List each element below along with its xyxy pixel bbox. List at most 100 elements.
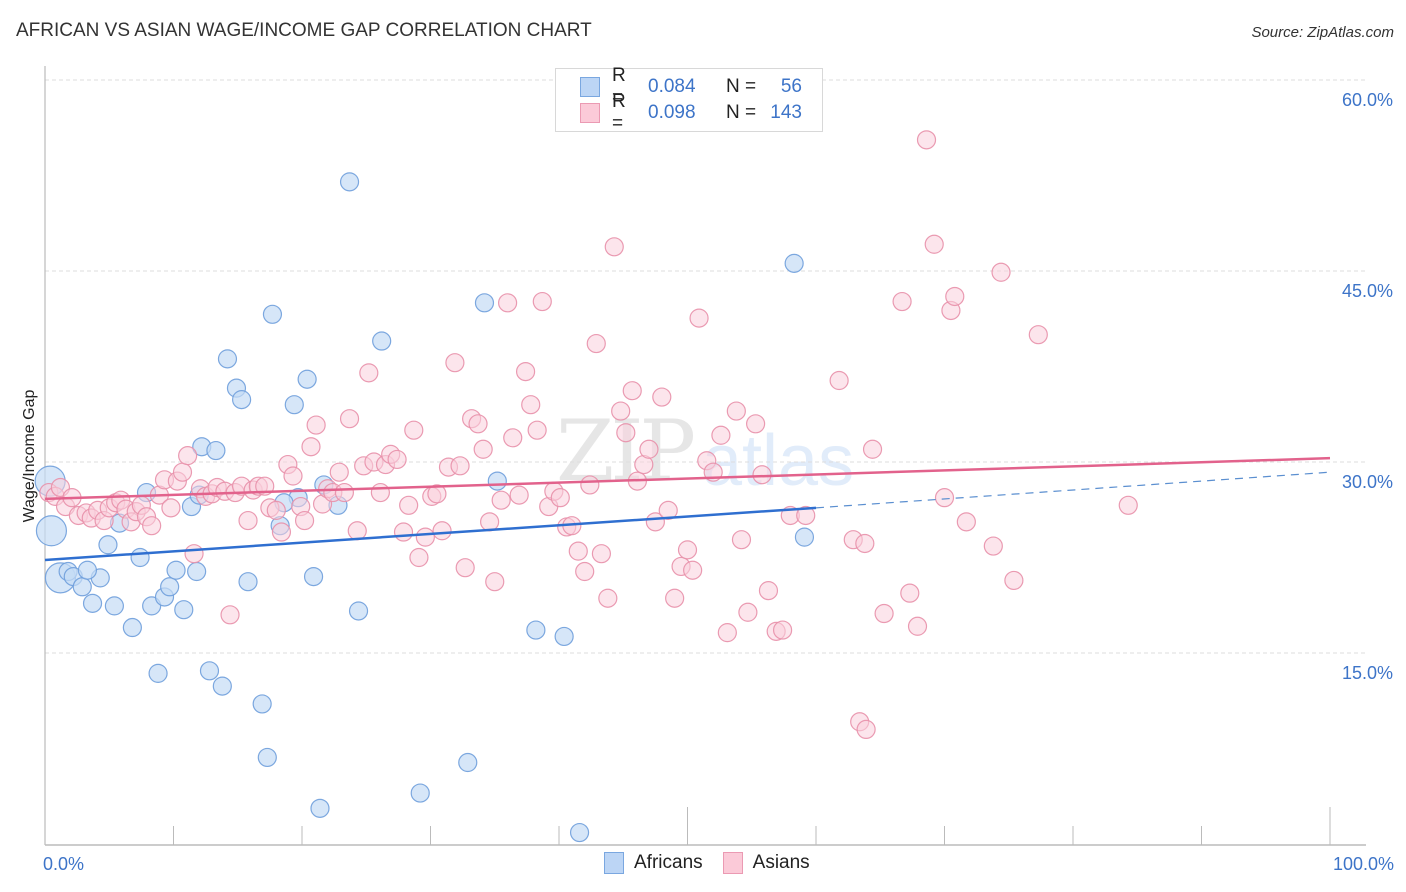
asians-point: [1004, 570, 1024, 591]
africans-point: [148, 663, 168, 683]
asians-point: [683, 560, 703, 580]
asians-point: [509, 485, 529, 505]
asians-point: [752, 465, 772, 485]
asians-point: [772, 620, 793, 640]
asians-point: [393, 522, 414, 542]
africans-point: [569, 822, 590, 843]
africans-point: [35, 515, 68, 547]
legend-label-africans: Africans: [634, 852, 703, 873]
asians-point: [934, 488, 955, 508]
asians-point: [945, 286, 965, 307]
africans-point: [794, 527, 815, 547]
asians-point: [480, 512, 500, 532]
asians-point: [172, 462, 193, 482]
africans-trendline-extension: [815, 471, 1331, 509]
africans-point: [487, 471, 507, 491]
legend-item-africans[interactable]: Africans: [604, 852, 703, 874]
asians-point: [862, 439, 883, 459]
n-label: N =: [726, 76, 757, 97]
asians-point: [580, 475, 600, 495]
asians-point: [616, 423, 636, 443]
africans-point: [217, 349, 238, 369]
africans-point: [72, 577, 92, 597]
asians-point: [445, 353, 465, 373]
legend-label-asians: Asians: [752, 852, 810, 873]
correlation-legend: R = 0.084 N = 56 R = 0.098 N = 143: [555, 65, 823, 134]
asians-point: [598, 588, 618, 608]
asians-point: [532, 291, 552, 312]
x-tick-label: 0.0%: [43, 854, 84, 874]
asians-point: [639, 439, 659, 459]
asians-point: [283, 466, 303, 486]
asians-point: [238, 510, 258, 531]
asians-point: [515, 361, 536, 382]
africans-point: [526, 620, 546, 640]
legend-row-asians: R = 0.098 N = 143: [580, 91, 802, 134]
asians-point: [339, 409, 360, 429]
africans-point: [82, 593, 103, 613]
asians-point: [415, 527, 435, 547]
asians-point: [301, 437, 321, 457]
asians-point: [334, 482, 355, 503]
asians-point: [611, 401, 631, 421]
asians-point: [306, 415, 326, 435]
asians-point: [1118, 495, 1138, 515]
africans-point: [262, 304, 283, 324]
asians-point: [178, 446, 198, 466]
asians-point: [347, 521, 367, 541]
n-value-asians: 143: [770, 102, 802, 123]
r-label: R =: [612, 91, 626, 134]
africans-trendline: [44, 506, 817, 562]
africans-point: [458, 752, 478, 773]
gridlines: [45, 79, 1366, 654]
asians-point: [521, 395, 541, 415]
asians-point: [568, 541, 588, 561]
series-asians: [39, 130, 1138, 740]
asians-point: [473, 439, 493, 459]
asians-point: [387, 449, 407, 470]
y-tick-label: 60.0%: [1342, 90, 1393, 110]
y-tick-label: 45.0%: [1342, 281, 1393, 301]
africans-point: [130, 547, 150, 568]
asians-swatch: [580, 103, 600, 123]
africans-point: [122, 617, 142, 638]
asians-point: [1028, 325, 1048, 345]
asians-point: [503, 428, 523, 448]
africans-point: [297, 369, 317, 389]
asians-point: [665, 588, 685, 608]
asians-swatch: [722, 852, 743, 874]
africans-point: [372, 331, 392, 351]
n-label: N =: [726, 102, 757, 123]
africans-point: [339, 172, 360, 192]
africans-point: [474, 293, 495, 313]
africans-point: [284, 395, 304, 415]
africans-point: [199, 661, 220, 681]
asians-point: [677, 540, 698, 560]
asians-point: [900, 583, 920, 603]
asians-point: [622, 381, 642, 401]
asians-point: [711, 425, 731, 445]
asians-point: [689, 308, 709, 328]
legend-item-asians[interactable]: Asians: [722, 852, 810, 874]
asians-point: [717, 623, 737, 643]
r-value-asians: 0.098: [648, 102, 696, 123]
asians-point: [142, 516, 162, 536]
africans-swatch: [580, 77, 600, 97]
asians-point: [370, 482, 390, 503]
africans-point: [238, 572, 258, 592]
asians-point: [738, 602, 758, 622]
asians-point: [527, 420, 547, 440]
scatter-chart: 15.0% 30.0% 45.0% 60.0% 0.0% 100.0% Wage/Inco…: [21, 66, 1394, 874]
africans-point: [160, 577, 180, 597]
africans-point: [98, 535, 118, 555]
asians-point: [294, 510, 315, 531]
asians-point: [399, 495, 419, 515]
africans-point: [303, 566, 324, 587]
africans-point: [310, 798, 330, 818]
asians-point: [161, 498, 181, 518]
n-value-africans: 56: [780, 76, 802, 97]
africans-point: [348, 601, 369, 621]
asians-point: [498, 293, 518, 313]
africans-point: [104, 596, 124, 616]
asians-point: [271, 522, 292, 542]
